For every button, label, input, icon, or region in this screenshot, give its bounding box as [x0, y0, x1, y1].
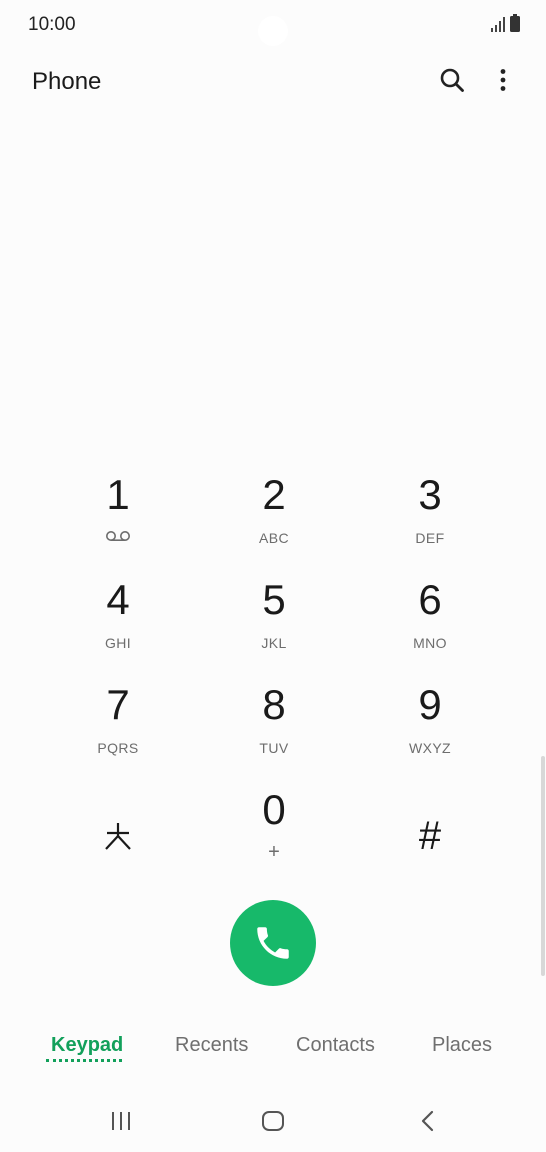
key-digit: 9: [418, 681, 442, 728]
key-7[interactable]: 7 PQRS: [40, 672, 196, 777]
more-vert-icon: [500, 69, 506, 91]
voicemail-icon: [106, 531, 130, 541]
call-button[interactable]: [230, 900, 316, 986]
more-options-button[interactable]: [490, 64, 516, 96]
key-digit: #: [418, 814, 442, 858]
key-letters: MNO: [413, 635, 447, 651]
back-button[interactable]: [407, 1106, 447, 1136]
active-tab-indicator: [46, 1059, 122, 1062]
scrollbar[interactable]: [541, 756, 545, 976]
app-bar: Phone: [0, 52, 546, 112]
key-digit: 0: [262, 786, 286, 833]
key-6[interactable]: 6 MNO: [352, 567, 508, 672]
recent-apps-icon: [112, 1112, 130, 1130]
key-letters: JKL: [261, 635, 287, 651]
page-title: Phone: [32, 68, 102, 95]
key-digit: 5: [262, 576, 286, 623]
key-3[interactable]: 3 DEF: [352, 462, 508, 567]
key-digit: 3: [418, 471, 442, 518]
tab-keypad[interactable]: Keypad: [51, 1034, 123, 1057]
search-button[interactable]: [436, 64, 468, 96]
key-letters: ABC: [259, 530, 289, 546]
status-time: 10:00: [28, 14, 76, 35]
phone-icon: [257, 927, 289, 959]
system-nav-bar: [0, 1090, 546, 1152]
key-0[interactable]: 0 +: [196, 777, 352, 882]
bottom-tabs: Keypad Recents Contacts Places: [0, 1030, 546, 1080]
key-1[interactable]: 1: [40, 462, 196, 567]
home-button[interactable]: [253, 1106, 293, 1136]
status-bar: 10:00: [0, 0, 546, 52]
battery-icon: [510, 14, 520, 32]
key-digit: 4: [106, 576, 130, 623]
key-digit: 2: [262, 471, 286, 518]
key-star[interactable]: [40, 777, 196, 882]
dial-keypad: 1 2 ABC 3 DEF 4 GHI 5 JKL 6 MNO 7 PQRS 8…: [40, 462, 506, 882]
key-digit: 7: [106, 681, 130, 728]
key-digit: 6: [418, 576, 442, 623]
key-letters: GHI: [104, 635, 132, 651]
recent-apps-button[interactable]: [101, 1106, 141, 1136]
key-digit: 8: [262, 681, 286, 728]
key-4[interactable]: 4 GHI: [40, 567, 196, 672]
asterisk-icon: [105, 823, 131, 850]
tab-contacts[interactable]: Contacts: [296, 1034, 375, 1057]
key-letters: PQRS: [97, 740, 139, 756]
key-9[interactable]: 9 WXYZ: [352, 672, 508, 777]
key-letters: WXYZ: [408, 740, 452, 756]
tab-recents[interactable]: Recents: [175, 1034, 248, 1057]
key-hash[interactable]: #: [352, 777, 508, 882]
key-digit: 1: [106, 471, 130, 518]
back-icon: [421, 1110, 434, 1132]
tab-places[interactable]: Places: [432, 1034, 492, 1057]
key-letters: TUV: [259, 740, 289, 756]
key-5[interactable]: 5 JKL: [196, 567, 352, 672]
key-2[interactable]: 2 ABC: [196, 462, 352, 567]
search-icon: [440, 68, 464, 92]
key-letters: DEF: [415, 530, 445, 546]
signal-icon: [491, 16, 505, 32]
camera-cutout: [258, 16, 288, 46]
status-icons: [491, 14, 520, 32]
key-letters: +: [268, 841, 280, 863]
home-icon: [262, 1111, 284, 1131]
key-8[interactable]: 8 TUV: [196, 672, 352, 777]
